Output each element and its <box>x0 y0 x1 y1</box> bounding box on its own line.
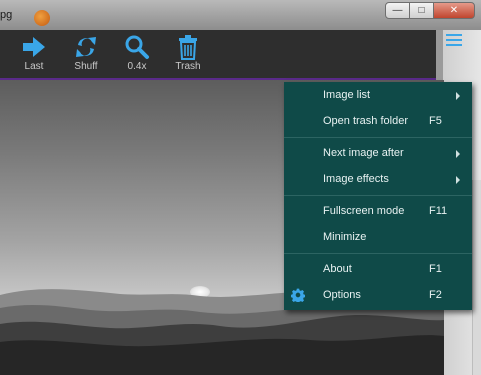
trash-button[interactable]: Trash <box>166 34 210 72</box>
menu-item-minimize[interactable]: Minimize <box>284 226 472 248</box>
toolbar: Last Shuff 0.4x Trash <box>0 30 436 80</box>
last-label: Last <box>24 61 44 72</box>
menu-item-about[interactable]: About F1 <box>284 258 472 280</box>
menu-item-shortcut: F11 <box>429 205 448 217</box>
last-button[interactable]: Last <box>12 34 56 72</box>
menu-item-open-trash-folder[interactable]: Open trash folder F5 <box>284 110 472 132</box>
main-menu: Image list Open trash folder F5 Next ima… <box>284 82 472 310</box>
trash-icon <box>179 35 197 60</box>
menu-item-fullscreen-mode[interactable]: Fullscreen mode F11 <box>284 200 472 222</box>
menu-item-label: Image effects <box>323 173 389 185</box>
window-title: pg <box>0 9 13 21</box>
menu-separator <box>284 253 472 254</box>
shuffle-button[interactable]: Shuff <box>64 34 108 72</box>
window-titlebar: pg — □ ✕ <box>0 0 481 30</box>
zoom-icon <box>125 35 149 59</box>
submenu-arrow-icon <box>456 92 460 100</box>
menu-item-label: Image list <box>323 89 371 101</box>
shuffle-icon <box>76 37 96 57</box>
menu-item-shortcut: F2 <box>429 289 442 301</box>
maximize-button[interactable]: □ <box>409 2 434 19</box>
zoom-button[interactable]: 0.4x <box>115 34 159 72</box>
scrollbar[interactable] <box>472 180 481 375</box>
window-controls: — □ ✕ <box>385 2 475 19</box>
gear-icon <box>291 288 305 302</box>
submenu-arrow-icon <box>456 150 460 158</box>
menu-separator <box>284 137 472 138</box>
menu-item-next-image-after[interactable]: Next image after <box>284 142 472 164</box>
menu-item-image-effects[interactable]: Image effects <box>284 168 472 190</box>
menu-item-shortcut: F1 <box>429 263 442 275</box>
zoom-label: 0.4x <box>127 61 147 72</box>
menu-item-shortcut: F5 <box>429 115 442 127</box>
menu-item-label: Fullscreen mode <box>323 205 405 217</box>
menu-item-label: Minimize <box>323 231 367 243</box>
arrow-right-icon <box>23 37 45 57</box>
menu-item-label: Next image after <box>323 147 404 159</box>
menu-item-label: About <box>323 263 352 275</box>
menu-item-image-list[interactable]: Image list <box>284 84 472 106</box>
minimize-button[interactable]: — <box>385 2 410 19</box>
submenu-arrow-icon <box>456 176 460 184</box>
menu-item-label: Options <box>323 289 361 301</box>
close-button[interactable]: ✕ <box>433 2 475 19</box>
trash-label: Trash <box>175 61 201 72</box>
app-icon <box>34 10 50 26</box>
menu-separator <box>284 195 472 196</box>
menu-item-label: Open trash folder <box>323 115 408 127</box>
hamburger-icon[interactable] <box>446 34 462 48</box>
menu-item-options[interactable]: Options F2 <box>284 284 472 306</box>
shuffle-label: Shuff <box>74 61 98 72</box>
